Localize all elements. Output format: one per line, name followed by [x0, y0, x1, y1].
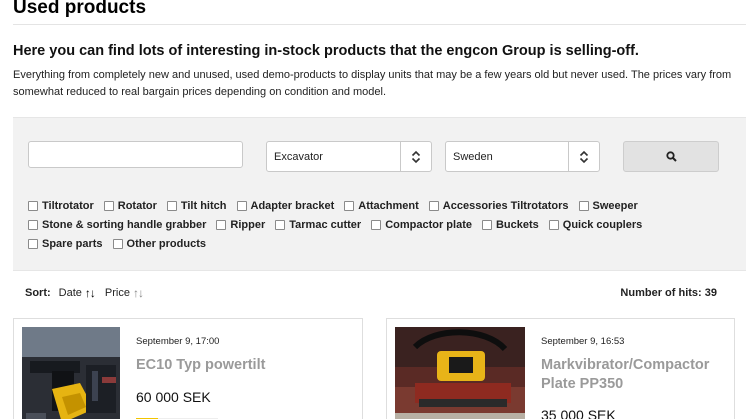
category-other-products[interactable]: Other products: [112, 238, 206, 250]
category-row: Stone & sorting handle grabber Ripper Ta…: [28, 219, 652, 231]
checkbox[interactable]: [28, 239, 38, 249]
category-compactor-plate[interactable]: Compactor plate: [371, 219, 472, 231]
sort-bar: Sort: Date ↑↓ Price ↑↓: [25, 286, 153, 300]
product-card[interactable]: September 9, 17:00 EC10 Typ powertilt 60…: [13, 318, 363, 419]
product-title[interactable]: Markvibrator/Compactor Plate PP350: [541, 356, 726, 394]
product-title[interactable]: EC10 Typ powertilt: [136, 356, 265, 375]
product-card[interactable]: September 9, 16:53 Markvibrator/Compacto…: [386, 318, 735, 419]
checkbox[interactable]: [428, 201, 439, 211]
sort-by-price[interactable]: Price ↑↓: [105, 286, 144, 300]
product-image[interactable]: [22, 327, 120, 419]
machine-type-value: Excavator: [274, 151, 323, 163]
sort-arrows-icon: ↑↓: [132, 286, 144, 300]
headline: Here you can find lots of interesting in…: [13, 43, 639, 59]
category-sweeper[interactable]: Sweeper: [578, 200, 638, 212]
checkbox[interactable]: [28, 201, 38, 211]
checkbox[interactable]: [112, 239, 123, 249]
country-value: Sweden: [453, 151, 493, 163]
page-title: Used products: [13, 0, 147, 18]
product-date: September 9, 17:00: [136, 336, 220, 347]
checkbox[interactable]: [548, 220, 559, 230]
category-tiltrotator[interactable]: Tiltrotator: [28, 200, 94, 212]
sort-label: Sort:: [25, 287, 51, 299]
select-updown-icon: [400, 142, 431, 171]
category-tilt-hitch[interactable]: Tilt hitch: [166, 200, 227, 212]
checkbox[interactable]: [371, 220, 382, 230]
filter-panel: Excavator Sweden Tiltrotator Rotator Til…: [13, 117, 746, 271]
category-ripper[interactable]: Ripper: [216, 219, 265, 231]
sort-arrows-icon: ↑↓: [84, 286, 96, 300]
checkbox[interactable]: [578, 201, 589, 211]
checkbox[interactable]: [344, 201, 355, 211]
category-quick-couplers[interactable]: Quick couplers: [548, 219, 642, 231]
category-row: Tiltrotator Rotator Tilt hitch Adapter b…: [28, 200, 648, 212]
search-button[interactable]: [623, 141, 719, 172]
category-stone-sorting-grabber[interactable]: Stone & sorting handle grabber: [28, 219, 206, 231]
checkbox[interactable]: [481, 220, 492, 230]
checkbox[interactable]: [28, 220, 38, 230]
product-date: September 9, 16:53: [541, 336, 625, 347]
category-accessories-tiltrotators[interactable]: Accessories Tiltrotators: [428, 200, 569, 212]
checkbox[interactable]: [166, 201, 177, 211]
country-select[interactable]: Sweden: [445, 141, 600, 172]
category-spare-parts[interactable]: Spare parts: [28, 238, 103, 250]
product-image[interactable]: [395, 327, 525, 419]
product-price: 35 000 SEK: [541, 407, 616, 419]
hit-count: Number of hits: 39: [620, 287, 717, 299]
checkbox[interactable]: [103, 201, 114, 211]
checkbox[interactable]: [216, 220, 227, 230]
category-adapter-bracket[interactable]: Adapter bracket: [236, 200, 334, 212]
checkbox[interactable]: [236, 201, 247, 211]
search-input[interactable]: [28, 141, 243, 168]
checkbox[interactable]: [275, 220, 286, 230]
title-divider: [13, 24, 746, 25]
intro-text: Everything from completely new and unuse…: [13, 69, 732, 98]
category-row: Spare parts Other products: [28, 238, 216, 250]
product-price: 60 000 SEK: [136, 389, 211, 405]
machine-type-select[interactable]: Excavator: [266, 141, 432, 172]
sort-by-date[interactable]: Date ↑↓: [59, 286, 96, 300]
category-attachment[interactable]: Attachment: [344, 200, 419, 212]
category-rotator[interactable]: Rotator: [103, 200, 157, 212]
search-icon: [665, 151, 677, 162]
category-tarmac-cutter[interactable]: Tarmac cutter: [275, 219, 361, 231]
select-updown-icon: [568, 142, 599, 171]
category-buckets[interactable]: Buckets: [481, 219, 539, 231]
